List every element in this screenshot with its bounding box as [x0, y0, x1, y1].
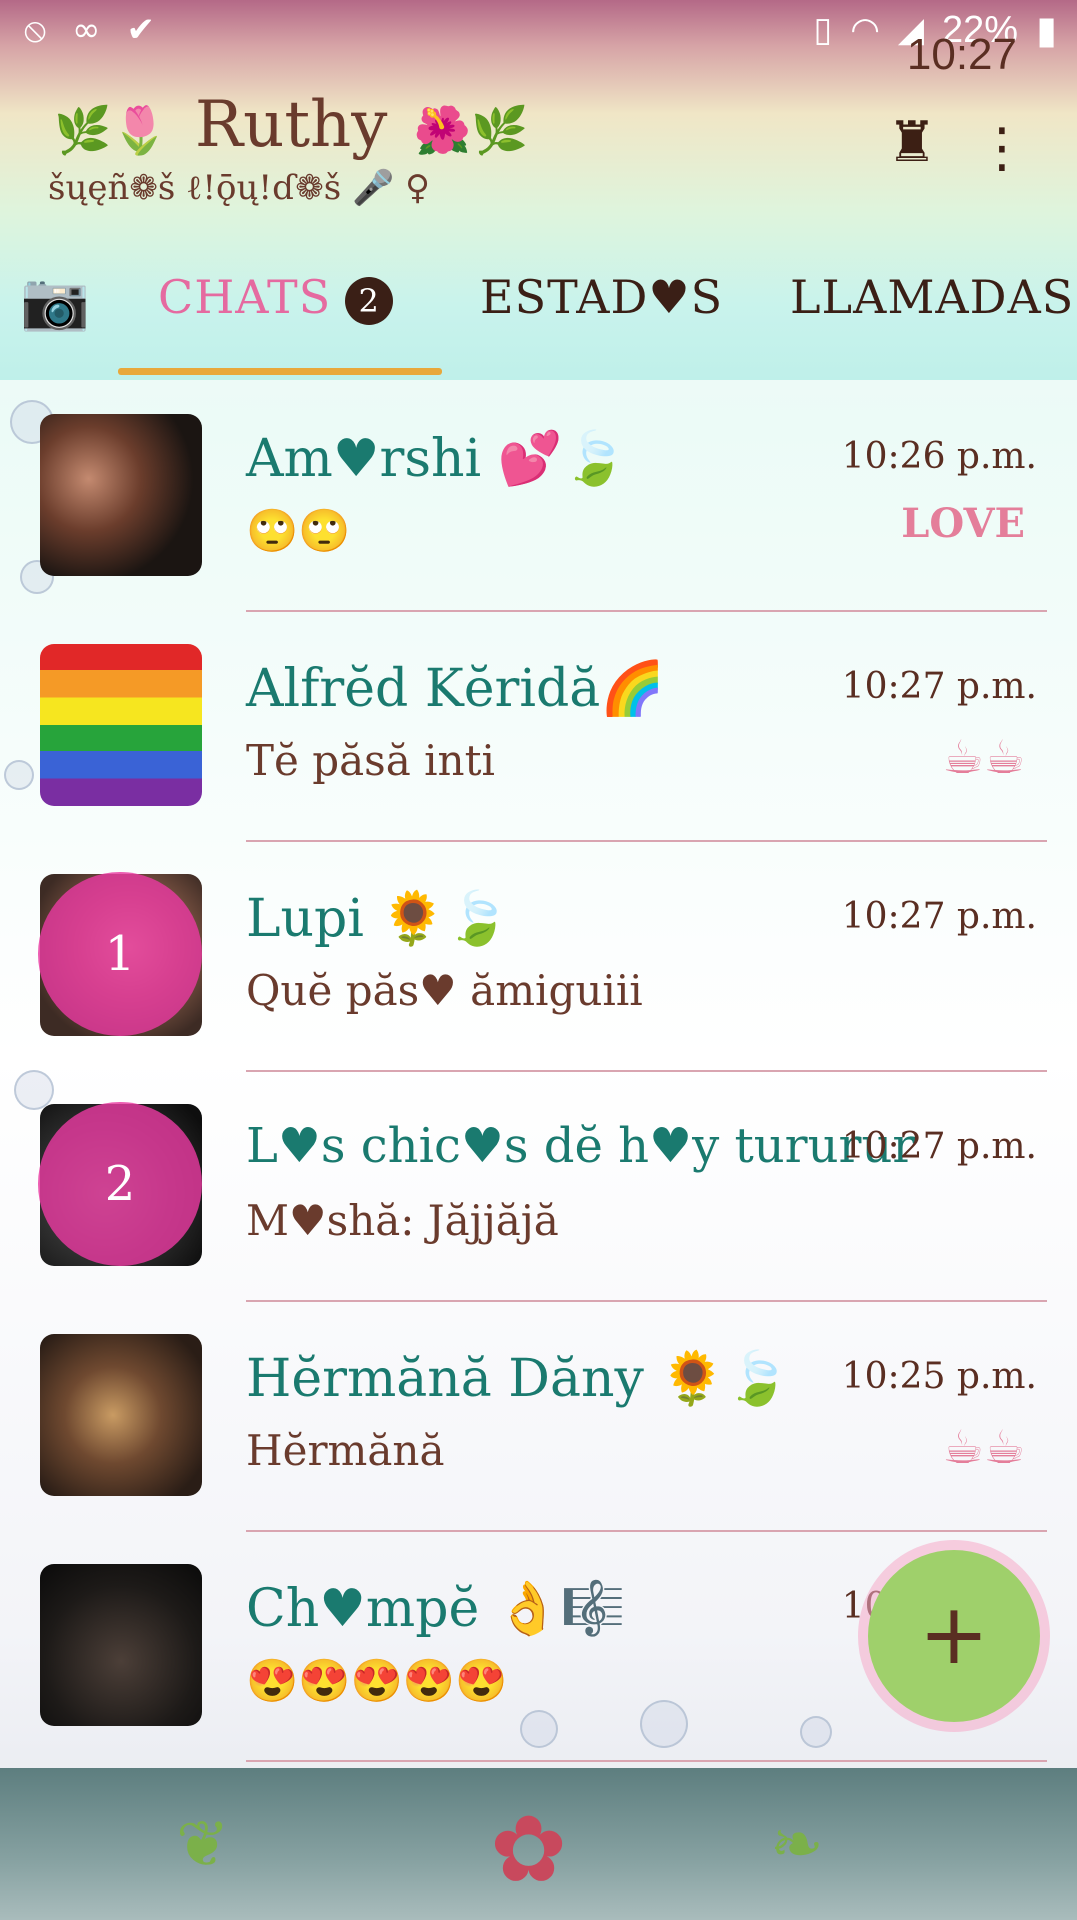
divider	[246, 1760, 1047, 1762]
avatar[interactable]	[40, 414, 202, 576]
coffee-cups-icon: ☕☕	[942, 1420, 1025, 1474]
recents-branch-icon[interactable]: ❧	[770, 1808, 824, 1882]
tab-indicator	[118, 368, 442, 375]
chat-name: Lupi 🌻🍃	[246, 889, 510, 949]
app-title: 🌿🌷 Ruthy 🌺🌿	[48, 88, 534, 162]
battery-icon: ▮	[1036, 8, 1057, 52]
coffee-cups-icon: ☕☕	[942, 730, 1025, 784]
status-count[interactable]: 1	[38, 872, 202, 1036]
chat-name: Am♥rshi 💕🍃	[246, 429, 628, 489]
avatar[interactable]	[40, 1564, 202, 1726]
tab-llamadas-label: LLAMADAS	[790, 270, 1075, 324]
chat-time: 10:27 p.m.	[841, 1126, 1037, 1167]
tab-estados[interactable]: ESTAD♥S	[480, 270, 723, 324]
app-subtitle: šųęñ❁š ℓ!ǭų!ɗ❁š 🎤 ♀	[48, 168, 431, 208]
back-branch-icon[interactable]: ❦	[176, 1808, 230, 1882]
chat-last-message: 😍😍😍😍😍	[246, 1656, 508, 1705]
chat-last-message: Hĕrmănă	[246, 1426, 445, 1475]
chat-item[interactable]: Hĕrmănă Dăny 🌻🍃 Hĕrmănă 10:25 p.m. ☕☕	[0, 1334, 1077, 1564]
status-right: ▯ ◠ ◢ 22% ▮ 10:27	[813, 8, 1057, 79]
divider	[246, 840, 1047, 842]
voicemail-icon: ∞	[72, 10, 101, 50]
plus-icon: +	[918, 1585, 990, 1683]
chat-time: 10:26 p.m.	[841, 436, 1037, 477]
new-chat-fab[interactable]: +	[868, 1550, 1040, 1722]
chat-name: Ch♥mpĕ 👌🎼	[246, 1579, 626, 1639]
avatar[interactable]	[40, 644, 202, 806]
chat-time: 10:27 p.m.	[841, 896, 1037, 937]
chat-item[interactable]: Am♥rshi 💕🍃 🙄🙄 10:26 p.m. LOVE	[0, 414, 1077, 644]
camera-icon[interactable]: 📷	[20, 268, 91, 334]
chat-time: 10:25 p.m.	[841, 1356, 1037, 1397]
status-count[interactable]: 2	[38, 1102, 202, 1266]
vibrate-icon: ▯	[813, 10, 833, 50]
more-options-icon[interactable]: ⋮	[975, 116, 1029, 179]
tab-llamadas[interactable]: LLAMADAS	[790, 270, 1074, 324]
chat-name: Alfrĕd Kĕridă🌈	[246, 659, 666, 719]
status-left-icons: ⦸ ∞ ✔	[24, 10, 155, 50]
check-icon: ✔	[126, 10, 156, 50]
whatsapp-chats-screen: ⦸ ∞ ✔ ▯ ◠ ◢ 22% ▮ 10:27 🌿🌷 Ruthy 🌺🌿 šųęñ…	[0, 0, 1077, 1920]
divider	[246, 610, 1047, 612]
love-sticker-icon: LOVE	[901, 500, 1025, 547]
eiffel-tower-icon[interactable]: ♜	[887, 110, 937, 175]
unread-badge: 2	[345, 277, 394, 325]
divider	[246, 1070, 1047, 1072]
avatar[interactable]	[40, 1334, 202, 1496]
chat-last-message: Tĕ păsă inti	[246, 736, 495, 785]
wifi-icon: ◠	[850, 10, 880, 50]
chat-last-message: Quĕ păs♥ ămiguiii	[246, 966, 643, 1015]
header-background: ⦸ ∞ ✔ ▯ ◠ ◢ 22% ▮ 10:27 🌿🌷 Ruthy 🌺🌿 šųęñ…	[0, 0, 1077, 380]
home-flower-icon[interactable]: ✿	[490, 1796, 567, 1903]
chat-last-message: 🙄🙄	[246, 506, 351, 555]
title-text: Ruthy	[194, 88, 388, 162]
status-time: 10:27	[906, 30, 1017, 79]
tab-bar: 📷 CHATS 2 ESTAD♥S LLAMADAS	[0, 268, 1077, 375]
tab-chats-label: CHATS	[158, 270, 332, 324]
tab-chats[interactable]: CHATS 2	[158, 270, 394, 325]
title-deco-right: 🌺🌿	[413, 103, 529, 157]
chat-item[interactable]: 2 L♥s chic♥s dĕ h♥y tururur M♥shă: Jăjjă…	[0, 1102, 1077, 1334]
chat-time: 10:27 p.m.	[841, 666, 1037, 707]
title-deco-left: 🌿🌷	[54, 103, 169, 157]
chat-name: L♥s chic♥s dĕ h♥y tururur	[246, 1118, 916, 1174]
tab-estados-label: ESTAD♥S	[480, 270, 724, 324]
bottom-bar: ❦ ✿ ❧	[0, 1768, 1077, 1920]
chat-last-message: M♥shă: Jăjjăjă	[246, 1196, 559, 1245]
status-bar: ⦸ ∞ ✔ ▯ ◠ ◢ 22% ▮ 10:27	[0, 0, 1077, 79]
chat-item[interactable]: Alfrĕd Kĕridă🌈 Tĕ păsă inti 10:27 p.m. ☕…	[0, 644, 1077, 874]
divider	[246, 1300, 1047, 1302]
chat-item[interactable]: 1 Lupi 🌻🍃 Quĕ păs♥ ămiguiii 10:27 p.m.	[0, 872, 1077, 1104]
divider	[246, 1530, 1047, 1532]
chat-name: Hĕrmănă Dăny 🌻🍃	[246, 1349, 790, 1409]
wifi-off-icon: ⦸	[24, 10, 47, 50]
